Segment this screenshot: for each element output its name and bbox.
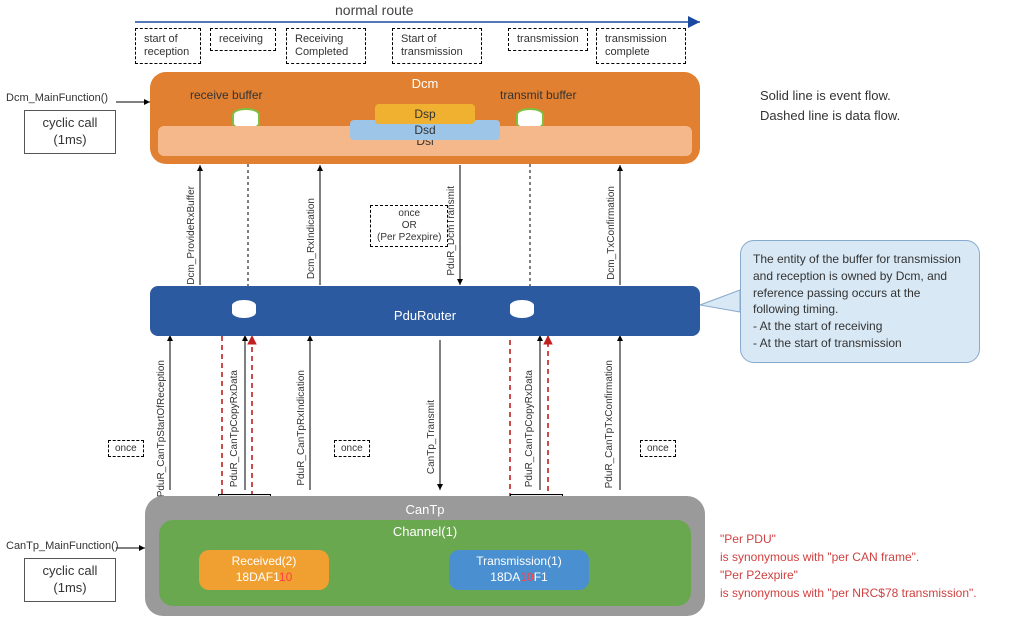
phase-start-reception: start of reception: [135, 28, 201, 64]
phase-tx: transmission: [508, 28, 588, 51]
lbl-dcm-providerx: Dcm_ProvideRxBuffer: [186, 186, 197, 285]
footnote-p2-def: is synonymous with "per NRC$78 transmiss…: [720, 586, 977, 600]
dsp-strip: Dsp: [375, 104, 475, 124]
lbl-dcm-txconf: Dcm_TxConfirmation: [606, 186, 617, 280]
pdur-title: PduRouter: [394, 308, 456, 323]
transmission-title: Transmission(1): [449, 554, 589, 570]
lbl-dcm-rxind: Dcm_RxIndication: [306, 198, 317, 279]
tag-once-or-p2expire: once OR (Per P2expire): [370, 205, 448, 247]
transmission-box: Transmission(1) 18DA10F1: [449, 550, 589, 590]
tag-once-2: once: [334, 440, 370, 457]
lbl-pdur-copytx: PduR_CanTpCopyRxData: [524, 370, 535, 487]
lbl-pdur-txconf: PduR_CanTpTxConfirmation: [604, 360, 615, 488]
footnote-p2-term: "Per P2expire": [720, 568, 798, 582]
pdur-tx-buffer-icon: [510, 300, 534, 318]
layer-cantp: CanTp Channel(1) Received(2) 18DAF110 Tr…: [145, 496, 705, 616]
lbl-pdur-rxind: PduR_CanTpRxIndication: [296, 370, 307, 486]
legend: Solid line is event flow. Dashed line is…: [760, 86, 900, 125]
rx-id-pre: 18DAF1: [236, 570, 279, 584]
footnote-perpdu-term: "Per PDU": [720, 532, 776, 546]
footnote-definitions: "Per PDU" is synonymous with "per CAN fr…: [720, 530, 1020, 602]
phase-start-tx: Start of transmission: [392, 28, 482, 64]
phase-tx-complete: transmission complete: [596, 28, 686, 64]
buffer-ownership-note: The entity of the buffer for transmissio…: [740, 240, 980, 363]
tag-once-1: once: [108, 440, 144, 457]
cantp-title: CanTp: [405, 502, 444, 517]
lbl-cantp-tx: CanTp_Transmit: [426, 400, 437, 474]
tx-id-pre: 18DA: [490, 570, 520, 584]
tx-id-post: F1: [534, 570, 548, 584]
layer-dcm: Dcm receive buffer transmit buffer Dsl D…: [150, 72, 700, 164]
phase-recv-complete: Receiving Completed: [286, 28, 366, 64]
cyclic-period-2: (1ms): [53, 580, 86, 595]
cyclic-label-2: cyclic call: [43, 563, 98, 578]
top-arrow-label: normal route: [335, 2, 414, 18]
channel-title: Channel(1): [393, 524, 457, 539]
cyclic-period: (1ms): [53, 132, 86, 147]
cyclic-call-dcm: cyclic call (1ms): [24, 110, 116, 154]
tx-buffer-label: transmit buffer: [500, 88, 576, 102]
received-title: Received(2): [199, 554, 329, 570]
layer-pdurouter: PduRouter: [150, 286, 700, 336]
lbl-pdur-startrx: PduR_CanTpStartOfReception: [156, 360, 167, 497]
lbl-pdur-copyrx: PduR_CanTpCopyRxData: [229, 370, 240, 487]
rx-id-red: 10: [279, 570, 292, 584]
pdur-rx-buffer-icon: [232, 300, 256, 318]
phase-receiving: receiving: [210, 28, 276, 51]
cyclic-call-cantp: cyclic call (1ms): [24, 558, 116, 602]
cyclic-label: cyclic call: [43, 115, 98, 130]
dcm-mainfunc-label: Dcm_MainFunction(): [6, 92, 108, 104]
received-box: Received(2) 18DAF110: [199, 550, 329, 590]
legend-solid: Solid line is event flow.: [760, 86, 900, 106]
footnote-perpdu-def: is synonymous with "per CAN frame".: [720, 550, 919, 564]
tx-id-mid: 10: [520, 570, 533, 584]
tag-once-3: once: [640, 440, 676, 457]
cantp-mainfunc-label: CanTp_MainFunction(): [6, 540, 119, 552]
recv-buffer-label: receive buffer: [190, 88, 263, 102]
legend-dashed: Dashed line is data flow.: [760, 106, 900, 126]
channel-box: Channel(1) Received(2) 18DAF110 Transmis…: [159, 520, 691, 606]
